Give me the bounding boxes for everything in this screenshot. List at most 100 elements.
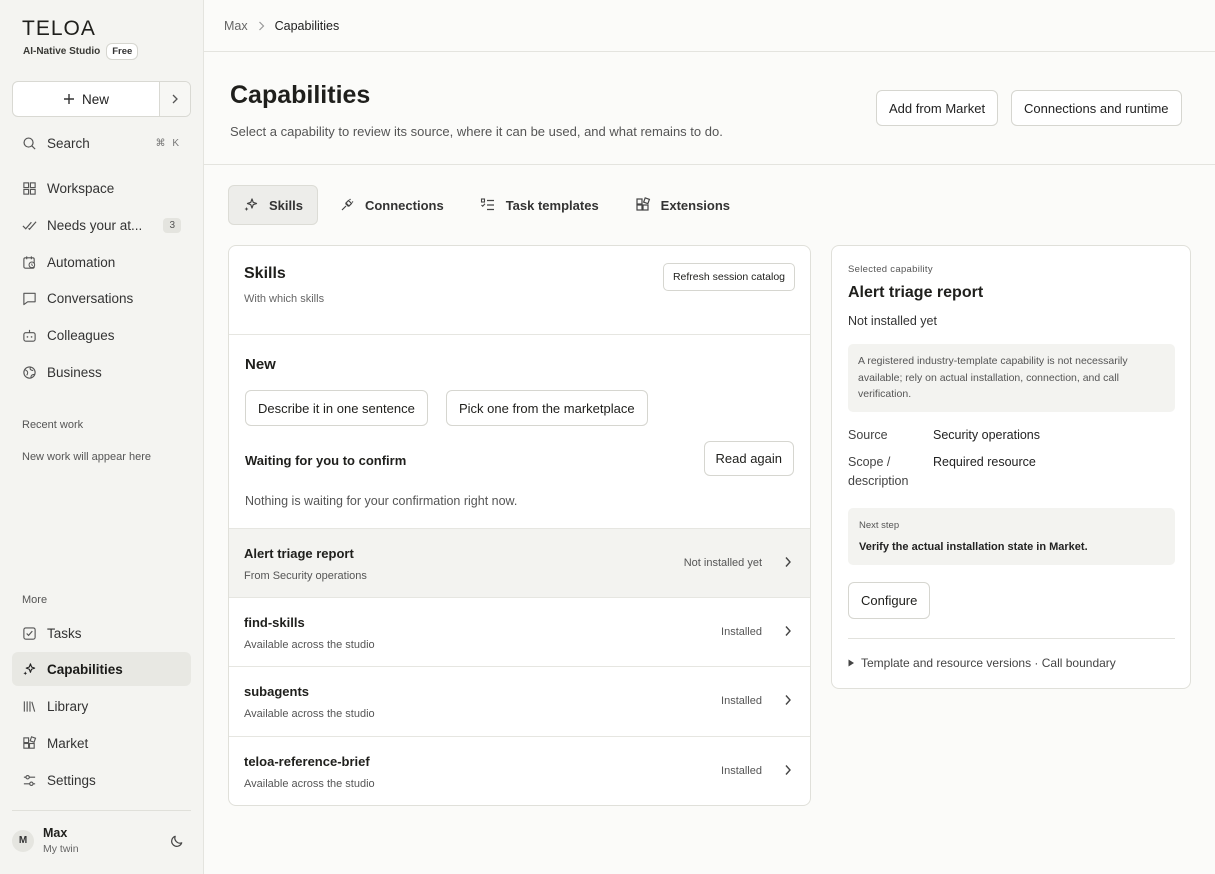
skill-source: Available across the studio <box>244 639 375 651</box>
skills-panel: Skills With which skills Refresh session… <box>228 245 811 806</box>
user-subtitle: My twin <box>43 843 79 855</box>
skill-row[interactable]: subagents Available across the studio In… <box>229 666 810 735</box>
skill-source: From Security operations <box>244 570 367 582</box>
breadcrumb-root[interactable]: Max <box>224 19 248 33</box>
chevron-right-icon <box>258 21 264 30</box>
chat-icon <box>23 292 36 305</box>
page-subtitle: Select a capability to review its source… <box>230 124 723 139</box>
divider <box>848 638 1175 639</box>
sidebar-item-label: Conversations <box>47 290 134 306</box>
sidebar-item-business[interactable]: Business <box>12 355 191 389</box>
detail-eyebrow: Selected capability <box>848 264 933 275</box>
tab-connections[interactable]: Connections <box>324 185 459 225</box>
logo: TELOA <box>22 17 96 40</box>
add-from-market-button[interactable]: Add from Market <box>876 90 999 126</box>
sidebar-item-workspace[interactable]: Workspace <box>12 171 191 205</box>
recent-work-empty: New work will appear here <box>22 451 151 463</box>
sidebar-item-settings[interactable]: Settings <box>12 763 191 797</box>
sidebar-item-label: Tasks <box>47 625 82 641</box>
new-expand-button[interactable] <box>160 82 190 116</box>
triangle-right-icon <box>848 659 854 667</box>
new-split-button: New <box>12 81 191 117</box>
skill-row[interactable]: find-skills Available across the studio … <box>229 597 810 666</box>
chevron-right-icon <box>785 626 791 636</box>
next-step-box: Next step Verify the actual installation… <box>848 508 1175 565</box>
search-item[interactable]: Search ⌘ K <box>12 126 191 160</box>
search-label: Search <box>47 135 90 151</box>
more-heading: More <box>22 594 48 606</box>
attention-count-badge: 3 <box>163 217 181 233</box>
double-check-icon <box>22 220 37 230</box>
selected-capability-panel: Selected capability Alert triage report … <box>831 245 1191 689</box>
skill-source: Available across the studio <box>244 708 375 720</box>
sidebar-item-library[interactable]: Library <box>12 689 191 723</box>
tab-task-templates[interactable]: Task templates <box>465 185 614 225</box>
connections-runtime-button[interactable]: Connections and runtime <box>1011 90 1182 126</box>
sidebar-item-label: Workspace <box>47 180 115 196</box>
sidebar-item-needs-attention[interactable]: Needs your at... 3 <box>12 208 191 242</box>
sidebar-item-tasks[interactable]: Tasks <box>12 616 191 650</box>
blocks-icon <box>636 197 650 211</box>
sidebar-item-conversations[interactable]: Conversations <box>12 281 191 315</box>
studio-name: AI-Native Studio <box>23 46 101 57</box>
skill-name: subagents <box>244 684 310 699</box>
moon-icon[interactable] <box>170 833 185 848</box>
sidebar-item-label: Capabilities <box>47 661 123 677</box>
refresh-catalog-button[interactable]: Refresh session catalog <box>662 263 795 291</box>
read-again-button[interactable]: Read again <box>703 441 794 476</box>
scope-value: Required resource <box>933 455 1036 469</box>
skill-source: Available across the studio <box>244 778 375 790</box>
sidebar-item-label: Business <box>47 364 102 380</box>
avatar: M <box>12 829 34 852</box>
page-header: Capabilities Select a capability to revi… <box>204 52 1215 165</box>
sidebar-item-capabilities[interactable]: Capabilities <box>12 652 191 686</box>
detail-availability-note: A registered industry-template capabilit… <box>848 344 1175 412</box>
waiting-confirm-heading: Waiting for you to confirm <box>245 453 407 468</box>
skill-name: find-skills <box>244 615 305 630</box>
skill-name: Alert triage report <box>244 546 354 561</box>
describe-skill-button[interactable]: Describe it in one sentence <box>245 390 428 426</box>
search-shortcut: ⌘ K <box>155 137 181 149</box>
skill-row[interactable]: Alert triage report From Security operat… <box>229 528 810 597</box>
chevron-right-icon <box>785 557 791 567</box>
grid-icon <box>23 181 36 195</box>
sidebar-item-label: Market <box>47 735 89 751</box>
sliders-icon <box>23 774 36 786</box>
plug-icon <box>341 198 354 211</box>
skill-status: Installed <box>721 765 762 777</box>
search-icon <box>23 136 36 150</box>
calendar-clock-icon <box>23 255 36 269</box>
tab-label: Skills <box>269 197 303 213</box>
new-button-label: New <box>81 91 109 107</box>
sidebar-item-automation[interactable]: Automation <box>12 245 191 279</box>
bot-icon <box>23 329 36 342</box>
skill-row[interactable]: teloa-reference-brief Available across t… <box>229 736 810 805</box>
source-value: Security operations <box>933 428 1041 442</box>
sidebar-item-label: Settings <box>47 772 96 788</box>
tab-label: Extensions <box>660 197 731 213</box>
books-icon <box>23 700 36 712</box>
blocks-icon <box>23 735 37 749</box>
recent-work-heading: Recent work <box>22 419 84 431</box>
sidebar-item-colleagues[interactable]: Colleagues <box>12 318 191 352</box>
skill-status: Installed <box>721 626 762 638</box>
pick-from-marketplace-button[interactable]: Pick one from the marketplace <box>446 390 648 426</box>
sidebar-item-label: Library <box>47 698 89 714</box>
sparkles-icon <box>244 198 258 211</box>
breadcrumb: Max Capabilities <box>204 0 1215 52</box>
chevron-right-icon <box>172 94 178 104</box>
tab-skills[interactable]: Skills <box>228 185 318 225</box>
chevron-right-icon <box>785 765 791 775</box>
globe-icon <box>23 365 36 379</box>
list-check-icon <box>480 198 494 211</box>
detail-install-state: Not installed yet <box>848 314 937 328</box>
configure-button[interactable]: Configure <box>848 582 931 619</box>
new-button[interactable]: New <box>13 82 160 116</box>
tab-label: Connections <box>364 197 444 213</box>
sidebar-item-label: Needs your at... <box>47 217 143 233</box>
versions-disclosure[interactable]: Template and resource versions · Call bo… <box>848 656 1116 670</box>
sidebar-item-market[interactable]: Market <box>12 726 191 760</box>
user-profile[interactable]: M Max My twin <box>12 810 191 870</box>
tab-extensions[interactable]: Extensions <box>620 185 745 225</box>
detail-title: Alert triage report <box>848 284 984 301</box>
